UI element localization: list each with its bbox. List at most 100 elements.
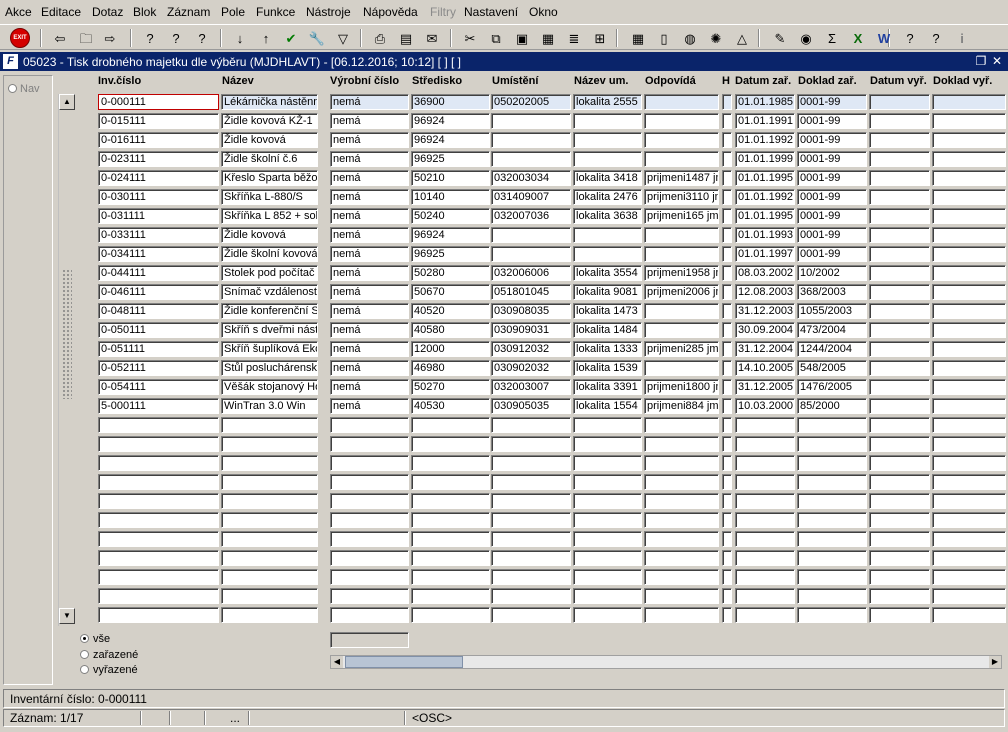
grid-cell[interactable] [869,455,930,471]
grid-cell[interactable]: nemá [330,322,409,338]
grid-cell[interactable] [491,569,571,585]
triangle-icon[interactable]: △ [732,28,752,48]
grid-cell[interactable]: 46980 [411,360,490,376]
grid-cell[interactable] [573,151,642,167]
grid-cell[interactable] [330,550,409,566]
grid-cell[interactable] [797,588,867,604]
grid-cell[interactable] [411,417,490,433]
help-icon[interactable]: ? [926,28,946,48]
grid-cell[interactable]: 0001-99 [797,170,867,186]
menu-item[interactable]: Nastavení [464,5,518,19]
grid-cell[interactable]: 032003007 [491,379,571,395]
grid-cell[interactable] [98,493,219,509]
grid-cell[interactable]: 0-050111 [98,322,219,338]
grid-cell[interactable] [573,455,642,471]
grid-cell[interactable] [735,493,795,509]
grid-cell[interactable] [491,474,571,490]
word-icon[interactable]: W [874,28,894,48]
grid-cell[interactable]: lokalita 1539 [573,360,642,376]
grid-cell[interactable]: 0-054111 [98,379,219,395]
grid-cell[interactable]: lokalita 2555 [573,94,642,110]
grid-cell[interactable]: 96924 [411,227,490,243]
grid-cell[interactable] [330,455,409,471]
grid-cell[interactable] [722,208,732,224]
menu-item[interactable]: Nástroje [306,5,351,19]
grid-cell[interactable]: 0-048111 [98,303,219,319]
grid-cell[interactable] [411,493,490,509]
grid-cell[interactable]: 01.01.1993 [735,227,795,243]
horizontal-scrollbar[interactable]: ◀ ▶ [330,655,1002,669]
wrench-icon[interactable]: 🔧 [307,28,327,48]
grid-cell[interactable] [869,360,930,376]
grid-cell[interactable] [221,607,318,623]
grid-cell[interactable] [869,569,930,585]
grid-cell[interactable]: nemá [330,341,409,357]
grid-cell[interactable]: lokalita 2476 [573,189,642,205]
menu-item[interactable]: Pole [221,5,245,19]
column-header[interactable]: Název um. [574,75,645,87]
grid-cell[interactable] [644,227,719,243]
grid-cell[interactable] [932,113,1006,129]
grid-cell[interactable]: 0001-99 [797,94,867,110]
grid-cell[interactable] [735,569,795,585]
grid-cell[interactable]: lokalita 3638 [573,208,642,224]
grid-cell[interactable] [330,588,409,604]
grid-cell[interactable] [797,531,867,547]
tree-icon[interactable]: ⊞ [590,28,610,48]
grid-cell[interactable] [644,588,719,604]
grid-cell[interactable]: 0001-99 [797,246,867,262]
indent-icon[interactable]: ≣ [564,28,584,48]
grid-cell[interactable] [644,417,719,433]
grid-cell[interactable] [491,227,571,243]
grid-cell[interactable]: lokalita 3391 [573,379,642,395]
grid-cell[interactable] [722,436,732,452]
grid-cell[interactable] [330,607,409,623]
column-header[interactable]: Datum zař. [735,75,797,87]
scroll-thumb[interactable] [345,656,463,668]
grid-cell[interactable]: lokalita 3554 [573,265,642,281]
grid-cell[interactable]: 01.01.1995 [735,170,795,186]
grid-cell[interactable]: 0-000111 [98,94,219,110]
close-icon[interactable]: ✕ [990,54,1004,68]
menu-item[interactable]: Okno [529,5,558,19]
grid-cell[interactable]: 1476/2005 [797,379,867,395]
grid-cell[interactable] [722,550,732,566]
grid-cell[interactable] [932,341,1006,357]
grid-cell[interactable]: 032003034 [491,170,571,186]
grid-cell[interactable] [644,569,719,585]
grid-cell[interactable]: 10140 [411,189,490,205]
grid-cell[interactable]: Židle konferenční SV [221,303,318,319]
grid-cell[interactable] [722,189,732,205]
grid-cell[interactable] [573,569,642,585]
grid-cell[interactable] [644,132,719,148]
query-cancel-icon[interactable]: ? [192,28,212,48]
grid-cell[interactable]: 0-051111 [98,341,219,357]
grid-cell[interactable] [98,588,219,604]
grid-cell[interactable] [644,151,719,167]
grid-cell[interactable] [797,417,867,433]
grid-cell[interactable]: prijmeni2006 jméno [644,284,719,300]
grid-cell[interactable]: 0-052111 [98,360,219,376]
grid-cell[interactable]: lokalita 1554 [573,398,642,414]
grid-cell[interactable] [869,170,930,186]
grid-cell[interactable] [722,588,732,604]
grid-cell[interactable] [98,417,219,433]
grid-cell[interactable] [722,341,732,357]
cut-icon[interactable]: ✂ [460,28,480,48]
grid-cell[interactable] [869,94,930,110]
grid-cell[interactable] [932,170,1006,186]
grid-cell[interactable]: lokalita 1333 [573,341,642,357]
grid-cell[interactable] [735,417,795,433]
grid-cell[interactable]: 40580 [411,322,490,338]
grid-cell[interactable] [644,474,719,490]
grid-cell[interactable]: 01.01.1997 [735,246,795,262]
grid-cell[interactable]: prijmeni1800 jméno [644,379,719,395]
grid-cell[interactable]: nemá [330,113,409,129]
grid-cell[interactable]: 08.03.2002 [735,265,795,281]
grid-cell[interactable]: Židle kovová KŽ-1 [221,113,318,129]
grid-cell[interactable]: Snímač vzdálenosti [221,284,318,300]
grid-cell[interactable] [573,436,642,452]
filter-icon[interactable]: ▽ [333,28,353,48]
grid-cell[interactable]: nemá [330,265,409,281]
grid-cell[interactable] [869,417,930,433]
